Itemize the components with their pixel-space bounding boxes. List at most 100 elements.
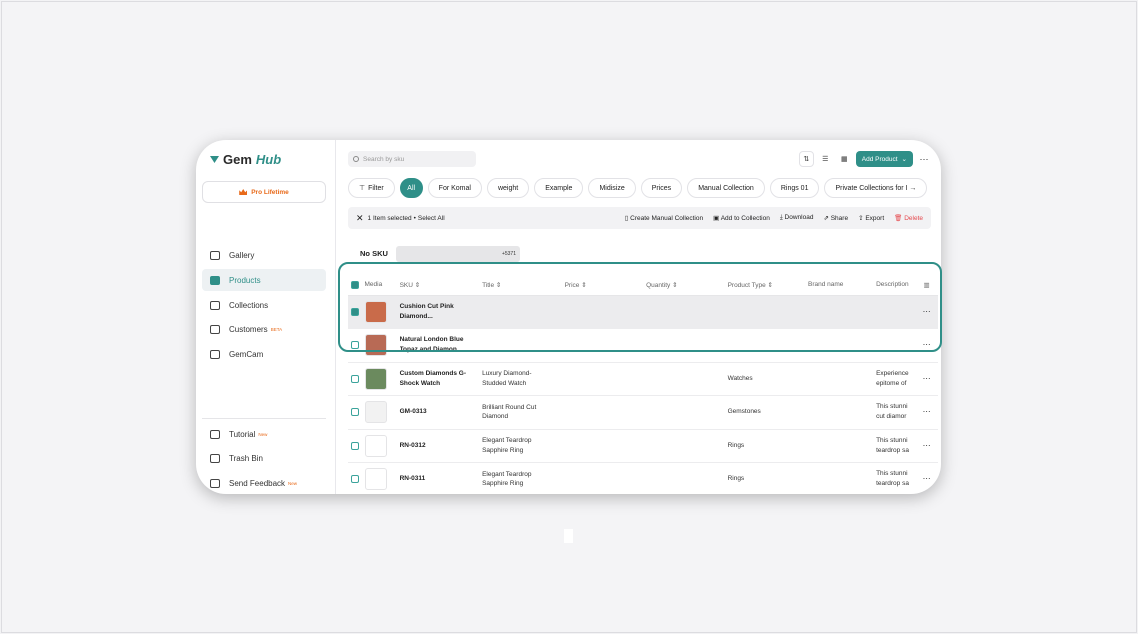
search-icon <box>353 156 359 162</box>
sidebar-item-label: Customers <box>229 324 268 334</box>
no-sku-count: +5371 <box>501 251 516 257</box>
select-all-link[interactable]: Select All <box>418 215 445 222</box>
sku-cell[interactable]: RN-0312 <box>400 441 483 451</box>
delete-button[interactable]: 🗑 Delete <box>894 214 923 222</box>
tab-rings-01[interactable]: Rings 01 <box>769 178 820 198</box>
description-cell: This stunni cut diamor <box>876 403 908 420</box>
quantity-cell <box>646 429 728 463</box>
no-sku-label: No SKU <box>360 249 388 258</box>
search-input[interactable]: Search by sku <box>348 151 476 167</box>
title-cell: Elegant Teardrop Sapphire Ring <box>482 437 532 454</box>
type-cell: Rings <box>727 429 809 463</box>
quantity-cell <box>646 362 728 396</box>
row-more-icon[interactable]: ⋯ <box>915 429 938 463</box>
sku-cell[interactable]: Custom Diamonds G-Shock Watch <box>400 369 470 389</box>
tab-private-collections[interactable]: Private Collections for I → <box>824 178 928 198</box>
sidebar: Gem Hub Pro Lifetime Gallery Products Col… <box>196 140 336 494</box>
add-product-label: Add Product <box>861 155 898 163</box>
new-badge: New <box>288 480 298 486</box>
customers-icon <box>210 324 220 334</box>
sidebar-item-label: Products <box>229 275 261 285</box>
product-image[interactable] <box>364 468 387 491</box>
list-view-icon[interactable]: ☰ <box>818 151 833 167</box>
quantity-cell <box>646 395 728 430</box>
table-row[interactable]: RN-0311 Elegant Teardrop Sapphire Ring R… <box>348 462 938 494</box>
download-label: Download <box>784 214 814 221</box>
close-icon[interactable]: ✕ <box>356 213 364 224</box>
brand-cell <box>808 362 877 396</box>
tab-all[interactable]: All <box>399 178 423 198</box>
share-button[interactable]: ⇗ Share <box>823 214 848 222</box>
row-more-icon[interactable]: ⋯ <box>915 362 938 396</box>
row-checkbox[interactable] <box>351 374 359 383</box>
selection-bar: ✕ 1 Item selected • Select All ▯ Create … <box>348 207 931 229</box>
row-more-icon[interactable]: ⋯ <box>915 462 938 494</box>
sidebar-item-label: Collections <box>229 300 269 310</box>
brand-cell <box>808 462 877 494</box>
sort-icon[interactable]: ⇅ <box>798 151 814 167</box>
filter-button[interactable]: ⊤ Filter <box>348 178 395 198</box>
quantity-cell <box>646 462 728 494</box>
sidebar-item-products[interactable]: Products <box>202 269 326 291</box>
row-checkbox[interactable] <box>351 475 359 484</box>
add-product-button[interactable]: Add Product ⌄ <box>855 151 913 167</box>
tab-for-komal[interactable]: For Komal <box>427 178 482 198</box>
tab-weight[interactable]: weight <box>486 178 530 198</box>
sidebar-item-label: Trash Bin <box>229 453 263 463</box>
share-label: Share <box>830 215 849 222</box>
camera-icon <box>210 349 220 359</box>
logo-text-accent: Hub <box>255 152 282 167</box>
row-checkbox[interactable] <box>351 441 359 450</box>
product-image[interactable] <box>364 434 387 457</box>
sidebar-divider <box>202 418 326 419</box>
sidebar-item-customers[interactable]: Customers BETA <box>202 318 326 340</box>
pro-lifetime-badge[interactable]: Pro Lifetime <box>202 181 326 203</box>
title-cell: Luxury Diamond-Studded Watch <box>482 370 532 387</box>
beta-badge: BETA <box>270 326 283 332</box>
create-collection-label: Create Manual Collection <box>630 215 704 222</box>
product-image[interactable] <box>364 401 387 424</box>
sidebar-item-trash[interactable]: Trash Bin <box>202 447 326 469</box>
description-cell: This stunni teardrop sa <box>876 470 909 487</box>
sku-cell[interactable]: GM-0313 <box>400 407 483 417</box>
more-options-icon[interactable]: ⋯ <box>917 154 931 165</box>
description-cell: Experience epitome of <box>876 369 909 387</box>
sidebar-item-feedback[interactable]: Send Feedback New <box>202 472 326 494</box>
product-image[interactable] <box>364 367 387 390</box>
export-button[interactable]: ⇪ Export <box>858 214 884 222</box>
no-sku-thumbnails[interactable]: +5371 <box>396 246 520 262</box>
sidebar-item-tutorial[interactable]: Tutorial New <box>202 423 326 445</box>
tutorial-icon <box>210 429 220 439</box>
highlight-outline <box>338 262 942 352</box>
tab-prices[interactable]: Prices <box>640 178 683 198</box>
filter-icon: ⊤ <box>359 185 366 192</box>
description-cell: This stunni teardrop sa <box>876 436 909 454</box>
logo[interactable]: Gem Hub <box>210 152 281 167</box>
row-checkbox[interactable] <box>351 408 359 417</box>
table-row[interactable]: GM-0313 Brilliant Round Cut Diamond Gems… <box>348 395 938 430</box>
sidebar-item-gallery[interactable]: Gallery <box>202 244 326 266</box>
collection-tabs: ⊤ Filter All For Komal weight Example Mid… <box>348 177 931 199</box>
table-row[interactable]: Custom Diamonds G-Shock Watch Luxury Dia… <box>348 362 938 396</box>
selected-count: 1 Item selected <box>367 214 412 222</box>
products-icon <box>210 275 220 285</box>
tab-manual-collection[interactable]: Manual Collection <box>687 178 765 198</box>
cursor-artifact <box>564 529 573 543</box>
chevron-down-icon: ⌄ <box>901 156 907 163</box>
table-row[interactable]: RN-0312 Elegant Teardrop Sapphire Ring R… <box>348 429 938 463</box>
grid-view-icon[interactable]: ▦ <box>837 151 852 167</box>
row-more-icon[interactable]: ⋯ <box>915 395 938 430</box>
sku-cell[interactable]: RN-0311 <box>400 474 483 484</box>
sidebar-item-label: GemCam <box>229 349 264 359</box>
sidebar-item-gemcam[interactable]: GemCam <box>202 343 326 365</box>
add-to-collection-button[interactable]: ▣ Add to Collection <box>713 214 770 222</box>
add-collection-label: Add to Collection <box>720 215 770 222</box>
sidebar-item-collections[interactable]: Collections <box>202 294 326 316</box>
gem-icon <box>210 156 219 163</box>
tab-midisize[interactable]: Midisize <box>588 178 636 198</box>
tab-example[interactable]: Example <box>534 178 584 198</box>
create-collection-button[interactable]: ▯ Create Manual Collection <box>625 214 703 222</box>
type-cell: Gemstones <box>727 395 809 430</box>
download-button[interactable]: ⤓ Download <box>780 214 814 222</box>
price-cell <box>564 362 647 396</box>
